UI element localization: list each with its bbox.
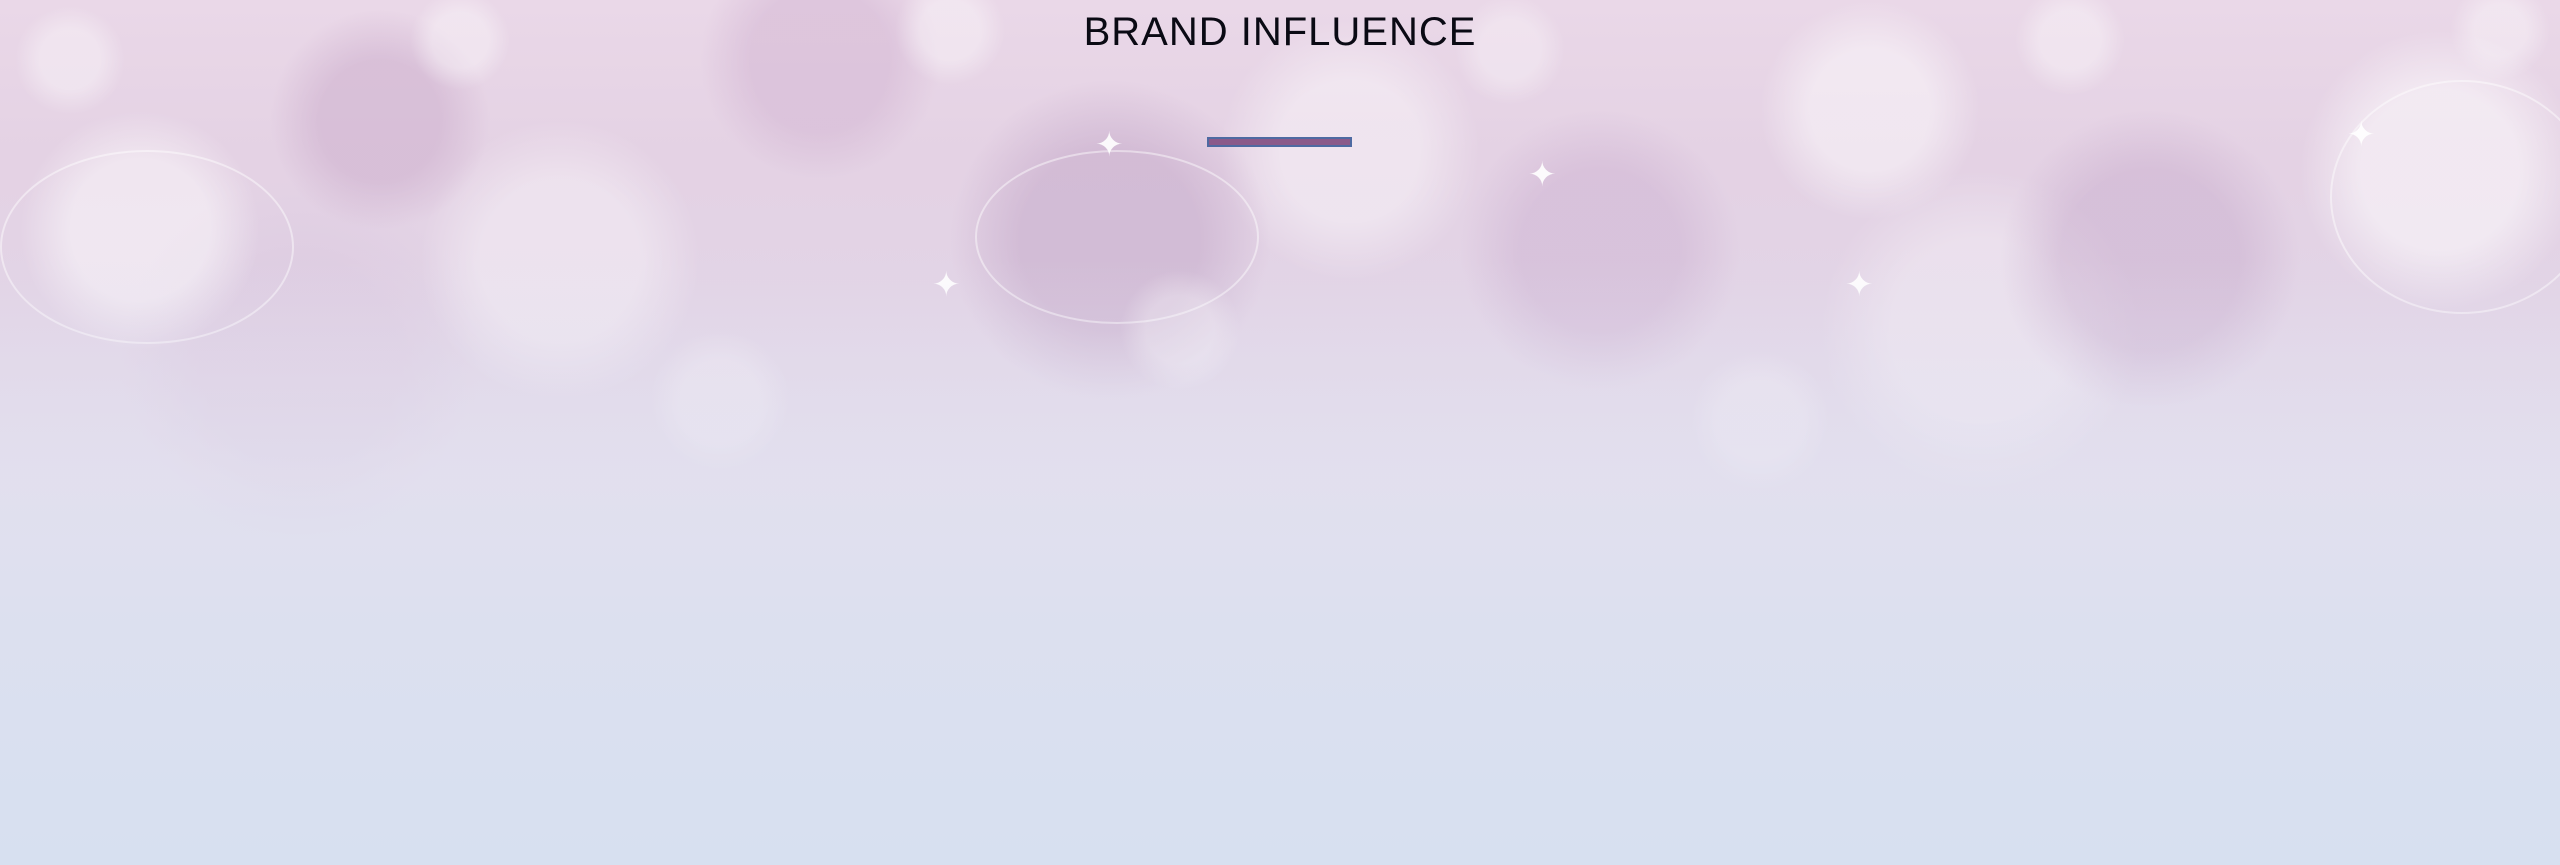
- crystal-shape: [975, 150, 1259, 324]
- bokeh-highlights: [0, 0, 2560, 865]
- sparkle-icon: ✦: [2347, 115, 2376, 155]
- crystal-shape: [2330, 80, 2560, 314]
- sparkle-icon: ✦: [1095, 125, 1124, 165]
- sparkle-icon: ✦: [1845, 265, 1874, 305]
- bokeh-texture: [0, 0, 2560, 865]
- hero-background: ✦ ✦ ✦ ✦ ✦: [0, 0, 2560, 865]
- title-accent-bar: [1207, 137, 1352, 147]
- fog-overlay: [0, 0, 2560, 865]
- crystal-shape: [0, 150, 294, 344]
- sparkle-icon: ✦: [932, 265, 961, 305]
- page-title: BRAND INFLUENCE: [1083, 10, 1477, 54]
- sparkle-icon: ✦: [1528, 155, 1557, 195]
